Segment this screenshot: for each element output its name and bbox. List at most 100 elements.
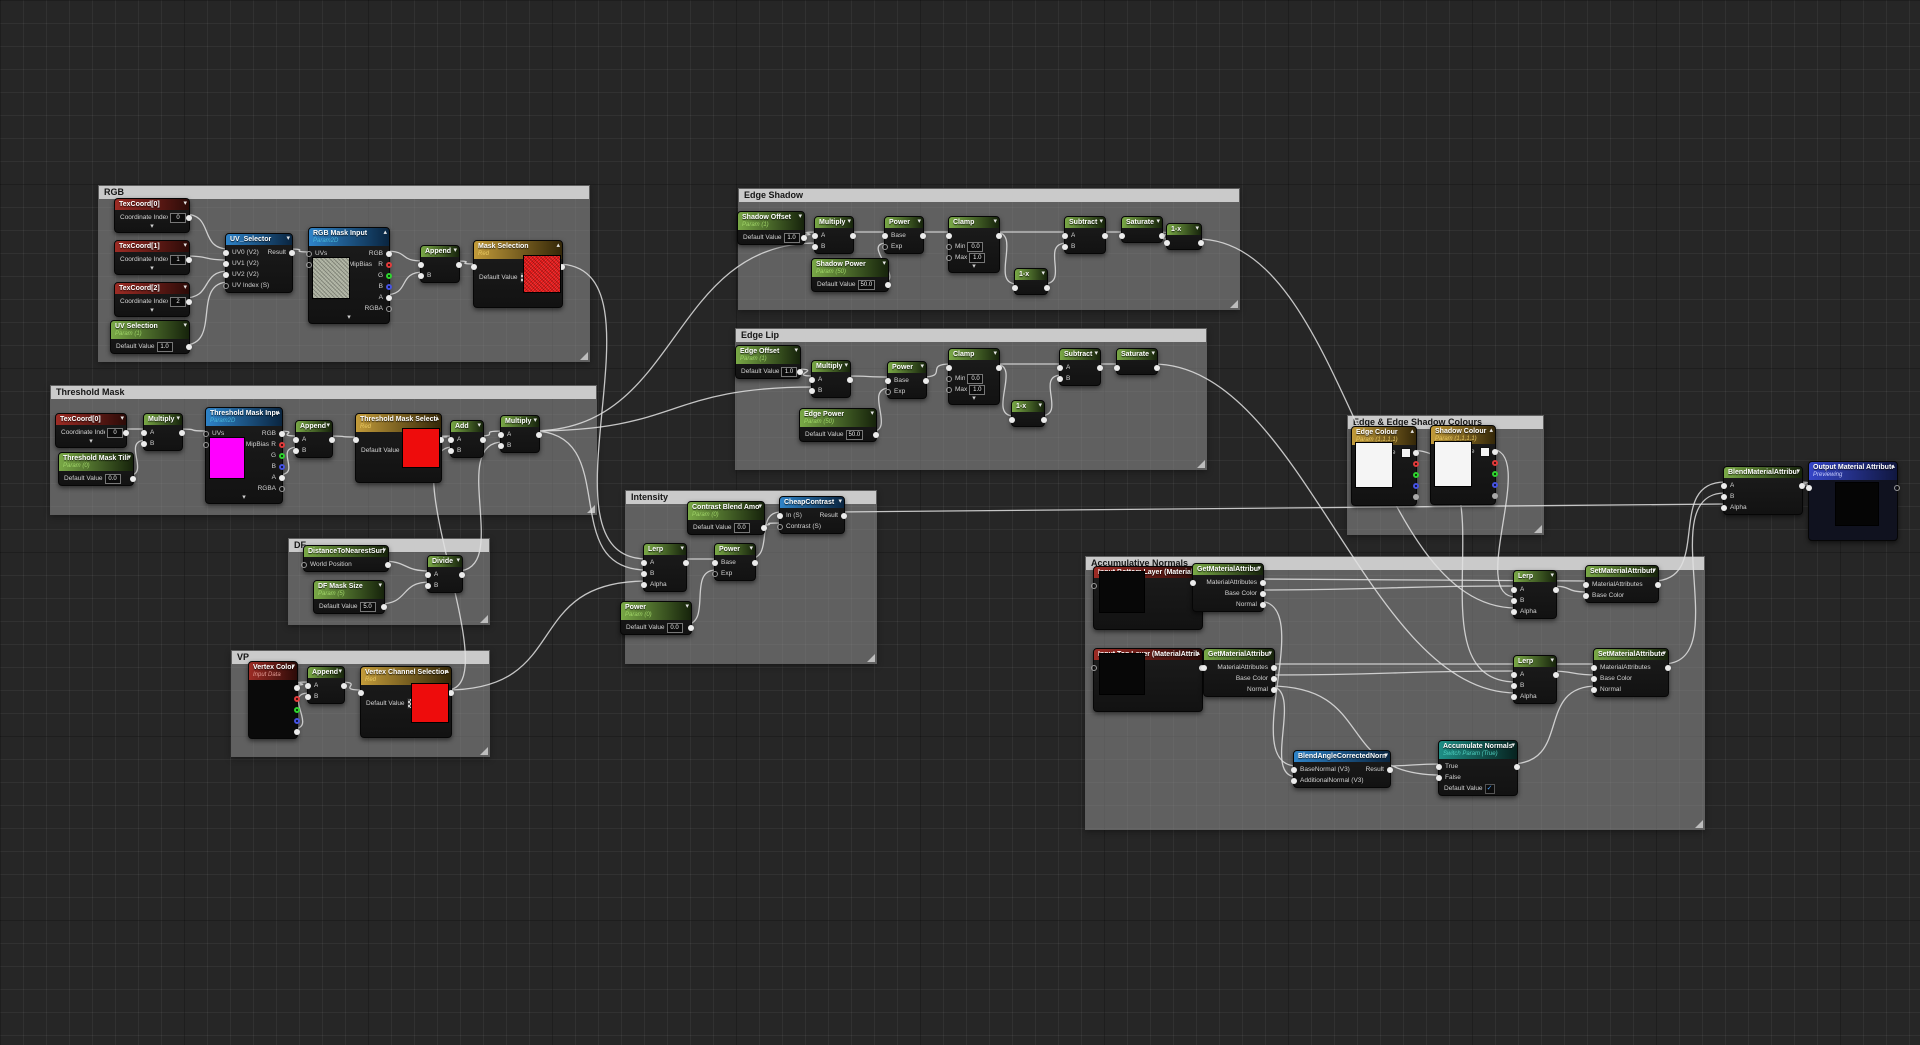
node-header[interactable]: SetMaterialAttributes ▾ <box>1586 566 1658 577</box>
node-header[interactable]: Accumulate Normals? Switch Param (True) ▾ <box>1439 741 1517 759</box>
input-pin[interactable] <box>885 388 891 395</box>
node-multiply[interactable]: Multiply ▾ A B <box>498 415 542 453</box>
output-pin[interactable] <box>1492 481 1498 488</box>
value-input[interactable]: 5.0 <box>359 601 376 612</box>
chevron-up-icon[interactable]: ▴ <box>435 414 439 424</box>
node-texcoord-0[interactable]: TexCoord[0]▾Coordinate Index0▾ <box>114 198 192 233</box>
input-pin[interactable] <box>1062 243 1068 250</box>
node-header[interactable]: CheapContrast ▾ <box>780 497 844 508</box>
resize-handle-icon[interactable] <box>1695 820 1703 828</box>
input-pin[interactable] <box>498 442 504 449</box>
node-header[interactable]: Lerp ▾ <box>1514 656 1556 667</box>
chevron-down-icon[interactable]: ▾ <box>949 263 999 272</box>
value-input[interactable]: 2 <box>170 296 186 307</box>
chevron-down-icon[interactable]: ▾ <box>533 416 537 426</box>
node-df-mask-size[interactable]: DF Mask Size Param (5) ▾ Default Value 5.0 <box>313 580 387 614</box>
value-input[interactable]: 50.0 <box>845 429 864 440</box>
node-header[interactable]: Lerp ▾ <box>1514 571 1556 582</box>
output-pin[interactable] <box>386 305 392 312</box>
input-pin[interactable] <box>223 271 229 278</box>
node-header[interactable]: DF Mask Size Param (5) ▾ <box>314 581 384 599</box>
node-header[interactable]: Edge Offset Param (1) ▾ <box>736 346 800 364</box>
input-pin[interactable] <box>1583 592 1589 599</box>
input-pin[interactable] <box>203 430 209 437</box>
value-input[interactable]: 1.0 <box>969 384 986 395</box>
chevron-down-icon[interactable]: ▾ <box>56 438 126 447</box>
chevron-down-icon[interactable]: ▾ <box>456 556 460 566</box>
node-uv-selection[interactable]: UV Selection Param (1) ▾ Default Value 1.0 <box>110 320 192 354</box>
chevron-down-icon[interactable]: ▾ <box>1268 649 1272 659</box>
node-header[interactable]: Lerp ▾ <box>644 544 686 555</box>
chevron-up-icon[interactable]: ▴ <box>1489 426 1493 436</box>
chevron-up-icon[interactable]: ▴ <box>276 408 280 418</box>
chevron-up-icon[interactable]: ▴ <box>1410 427 1414 437</box>
resize-handle-icon[interactable] <box>1534 525 1542 533</box>
output-pin[interactable] <box>996 232 1002 239</box>
node-graph-canvas[interactable]: RGB Threshold Mask DF VP Intensity Edge Shado… <box>0 0 1920 1045</box>
input-pin[interactable] <box>946 232 952 239</box>
chevron-down-icon[interactable]: ▾ <box>127 453 131 463</box>
chevron-down-icon[interactable]: ▾ <box>453 246 457 256</box>
resize-handle-icon[interactable] <box>580 352 588 360</box>
output-pin[interactable] <box>289 249 295 256</box>
value-input[interactable]: 1.0 <box>781 366 797 377</box>
node-header[interactable]: Contrast Blend AmountParam (0)▾ <box>688 502 764 520</box>
node-blendanglecorrectednormals[interactable]: BlendAngleCorrectedNormals▾ BaseNormal (V… <box>1291 750 1393 788</box>
node-power[interactable]: Power ▾ Base Exp <box>882 216 926 254</box>
output-pin[interactable] <box>1260 590 1266 597</box>
node-header[interactable]: DistanceToNearestSurface▾ <box>304 546 388 557</box>
value-input[interactable]: 1.0 <box>969 252 986 263</box>
node-header[interactable]: Multiply ▾ <box>144 414 182 425</box>
node-multiply[interactable]: Multiply ▾ A B <box>809 360 853 398</box>
input-pin[interactable] <box>1062 232 1068 239</box>
node-shadow-colour[interactable]: Shadow ColourParam (1,1,1,1)▴Default Val… <box>1430 425 1498 505</box>
chevron-down-icon[interactable]: ▾ <box>1094 349 1098 359</box>
output-pin[interactable] <box>841 512 847 519</box>
output-pin[interactable] <box>1097 364 1103 371</box>
node-header[interactable]: 1-x ▾ <box>1015 269 1047 280</box>
node-header[interactable]: Vertex Color Input Data ▾ <box>249 662 297 680</box>
value-input[interactable]: 0.0 <box>967 241 984 252</box>
output-pin[interactable] <box>923 377 929 384</box>
output-pin[interactable] <box>873 431 879 438</box>
node-header[interactable]: Divide ▾ <box>428 556 462 567</box>
chevron-down-icon[interactable]: ▾ <box>176 414 180 424</box>
chevron-down-icon[interactable]: ▾ <box>183 199 187 209</box>
output-pin[interactable] <box>1413 493 1419 500</box>
output-pin[interactable] <box>386 272 392 279</box>
chevron-down-icon[interactable]: ▾ <box>847 217 851 227</box>
input-pin[interactable] <box>498 431 504 438</box>
node-threshold-mask-selection[interactable]: Threshold Mask SelectionRed▴Default Valu… <box>353 413 444 483</box>
chevron-up-icon[interactable]: ▴ <box>1196 649 1200 659</box>
output-pin[interactable] <box>294 706 300 713</box>
output-pin[interactable] <box>294 695 300 702</box>
output-pin[interactable] <box>294 728 300 735</box>
output-pin[interactable] <box>130 475 136 482</box>
value-input[interactable]: 0 <box>170 212 186 223</box>
chevron-down-icon[interactable]: ▾ <box>326 421 330 431</box>
input-pin[interactable] <box>305 693 311 700</box>
input-pin[interactable] <box>1009 416 1015 423</box>
output-pin[interactable] <box>279 441 285 448</box>
input-pin[interactable] <box>885 377 891 384</box>
output-pin[interactable] <box>1260 579 1266 586</box>
node-shadow-offset[interactable]: Shadow Offset Param (1) ▾ Default Value 1.0 <box>737 211 807 245</box>
resize-handle-icon[interactable] <box>867 654 875 662</box>
chevron-down-icon[interactable]: ▾ <box>1257 564 1261 574</box>
node-add[interactable]: Add ▾ A B <box>448 420 486 458</box>
node-header[interactable]: Add ▾ <box>451 421 483 432</box>
output-pin[interactable] <box>885 281 891 288</box>
input-pin[interactable] <box>301 561 307 568</box>
input-pin[interactable] <box>448 447 454 454</box>
node-rgb-mask-input[interactable]: RGB Mask InputParam2D▴UVsRGBApply View M… <box>306 227 392 324</box>
node-header[interactable]: TexCoord[1] ▾ <box>115 241 189 252</box>
output-pin[interactable] <box>186 256 192 263</box>
output-pin[interactable] <box>1894 484 1900 491</box>
node-append[interactable]: Append ▾ A B <box>305 666 347 704</box>
node-subtract[interactable]: Subtract ▾ A B <box>1057 348 1103 386</box>
chevron-down-icon[interactable]: ▾ <box>1652 566 1656 576</box>
node-header[interactable]: TexCoord[0] ▾ <box>115 199 189 210</box>
node-setmaterialattributes[interactable]: SetMaterialAttributes ▾ MaterialAttributes… <box>1583 565 1661 603</box>
chevron-down-icon[interactable]: ▾ <box>870 409 874 419</box>
input-pin[interactable] <box>712 559 718 566</box>
